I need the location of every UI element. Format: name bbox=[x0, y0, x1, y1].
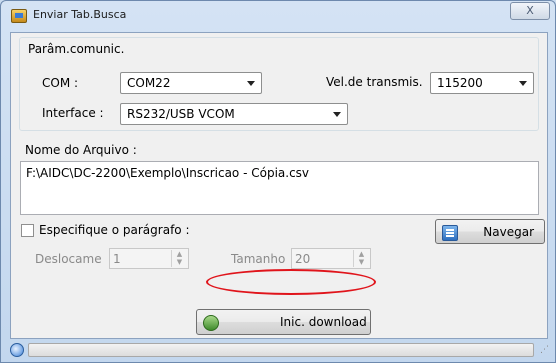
offset-label: Deslocame bbox=[35, 252, 102, 266]
file-path-field[interactable]: F:\AIDC\DC-2200\Exemplo\Inscricao - Cópi… bbox=[20, 161, 539, 215]
offset-value: 1 bbox=[113, 252, 121, 266]
com-label: COM : bbox=[42, 76, 79, 90]
chevron-down-icon bbox=[333, 112, 341, 117]
start-download-button[interactable]: Inic. download bbox=[196, 309, 371, 335]
interface-select-value: RS232/USB VCOM bbox=[127, 107, 235, 121]
globe-icon bbox=[10, 343, 24, 357]
interface-label: Interface : bbox=[42, 106, 104, 120]
start-download-label: Inic. download bbox=[280, 315, 367, 329]
dialog-window: Enviar Tab.Busca X Parâm.comunic. COM : … bbox=[0, 0, 556, 363]
spinner-arrows-icon[interactable]: ▲ ▼ bbox=[171, 250, 187, 267]
download-icon bbox=[203, 315, 219, 331]
chevron-down-icon bbox=[247, 81, 255, 86]
file-name-label: Nome do Arquivo : bbox=[25, 143, 137, 157]
spinner-arrows-icon[interactable]: ▲ ▼ bbox=[353, 250, 369, 267]
size-spinner[interactable]: 20 ▲ ▼ bbox=[291, 248, 371, 269]
baud-label: Vel.de transmis. bbox=[326, 75, 423, 89]
browse-button-label: Navegar bbox=[483, 225, 534, 239]
window-title: Enviar Tab.Busca bbox=[33, 8, 127, 21]
app-icon bbox=[11, 9, 27, 23]
com-select-value: COM22 bbox=[127, 76, 171, 90]
folder-browse-icon bbox=[442, 225, 458, 241]
group-legend: Parâm.comunic. bbox=[28, 42, 125, 56]
browse-button[interactable]: Navegar bbox=[435, 219, 545, 244]
size-value: 20 bbox=[295, 252, 311, 266]
resize-grip-icon[interactable]: ⋰ bbox=[540, 345, 549, 355]
download-progress-bar bbox=[28, 343, 534, 357]
close-button[interactable]: X bbox=[510, 2, 550, 20]
communication-group: Parâm.comunic. COM : COM22 Vel.de transm… bbox=[19, 37, 539, 131]
com-select[interactable]: COM22 bbox=[120, 72, 262, 94]
chevron-down-icon bbox=[519, 81, 527, 86]
size-label: Tamanho bbox=[231, 252, 286, 266]
title-bar[interactable]: Enviar Tab.Busca X bbox=[1, 1, 555, 31]
interface-select[interactable]: RS232/USB VCOM bbox=[120, 103, 348, 125]
status-bar: ⋰ bbox=[10, 341, 549, 359]
specify-paragraph-checkbox[interactable] bbox=[21, 224, 34, 237]
offset-spinner[interactable]: 1 ▲ ▼ bbox=[109, 248, 189, 269]
dialog-body: Parâm.comunic. COM : COM22 Vel.de transm… bbox=[10, 32, 548, 339]
specify-paragraph-label: Especifique o parágrafo : bbox=[39, 223, 190, 237]
baud-select-value: 115200 bbox=[437, 76, 483, 90]
file-path-value: F:\AIDC\DC-2200\Exemplo\Inscricao - Cópi… bbox=[26, 166, 310, 180]
baud-select[interactable]: 115200 bbox=[430, 72, 534, 94]
